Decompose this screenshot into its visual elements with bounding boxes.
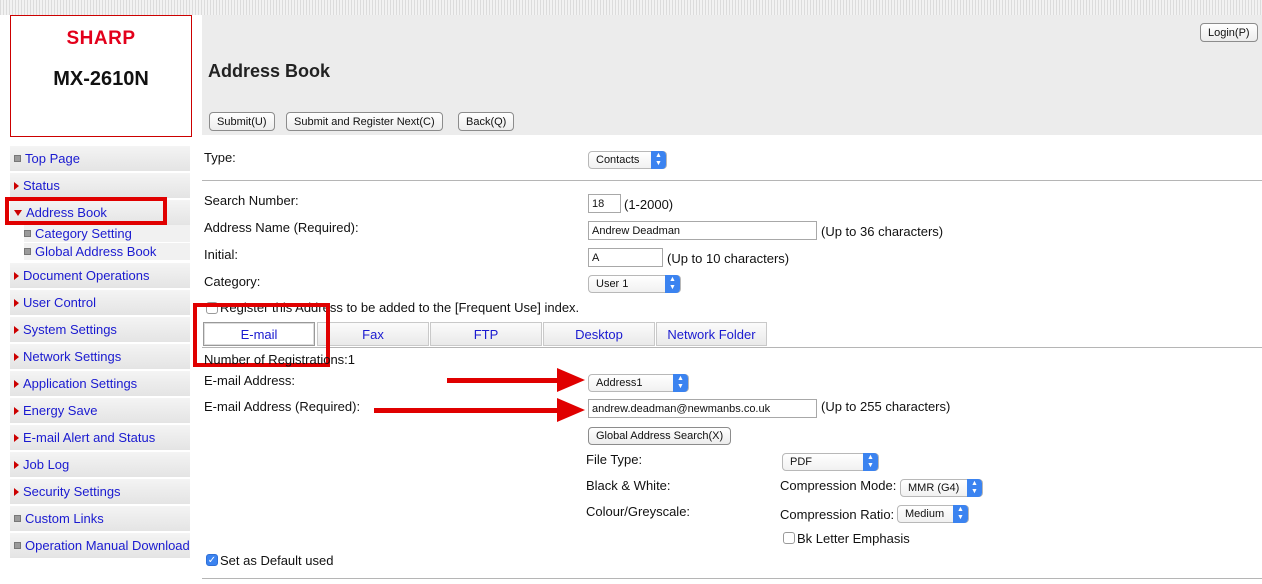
triangle-right-icon xyxy=(14,487,19,496)
sidebar-subitem-category-setting[interactable]: Category Setting xyxy=(24,225,190,243)
triangle-down-icon xyxy=(14,209,22,216)
sidebar-item-application-settings[interactable]: Application Settings xyxy=(10,371,190,397)
sidebar-item-energy-save[interactable]: Energy Save xyxy=(10,398,190,424)
sidebar-item-security-settings[interactable]: Security Settings xyxy=(10,479,190,505)
colour-greyscale-label: Colour/Greyscale: xyxy=(586,504,691,519)
category-select[interactable]: User 1 ▲ ▼ xyxy=(588,275,681,293)
sidebar-subitem-global-address-book[interactable]: Global Address Book xyxy=(24,243,190,261)
triangle-right-icon xyxy=(14,379,19,388)
triangle-right-icon xyxy=(14,181,19,190)
type-select[interactable]: Contacts ▲ ▼ xyxy=(588,151,667,169)
submit-register-next-button[interactable]: Submit and Register Next(C) xyxy=(286,112,443,131)
file-type-label: File Type: xyxy=(586,452,643,467)
registrations-count: Number of Registrations:1 xyxy=(204,352,356,367)
sidebar-item-status[interactable]: Status xyxy=(10,173,190,199)
triangle-right-icon xyxy=(14,352,19,361)
red-arrow-icon xyxy=(557,368,585,392)
bottom-divider xyxy=(202,578,1262,579)
sidebar-item-address-book[interactable]: Address Book xyxy=(10,200,190,226)
back-button[interactable]: Back(Q) xyxy=(458,112,515,131)
submit-button[interactable]: Submit(U) xyxy=(209,112,275,131)
triangle-right-icon xyxy=(14,271,19,280)
email-address-input[interactable]: andrew.deadman@newmanbs.co.uk xyxy=(588,399,817,418)
brand-logo-box: SHARP MX-2610N xyxy=(10,15,192,137)
tab-email[interactable]: E-mail xyxy=(203,322,315,346)
initial-hint: (Up to 10 characters) xyxy=(667,251,790,266)
initial-label: Initial: xyxy=(204,247,238,262)
triangle-right-icon xyxy=(14,406,19,415)
brand-logo: SHARP xyxy=(66,28,136,49)
tabs-divider xyxy=(202,347,1262,348)
tab-ftp[interactable]: FTP xyxy=(430,322,542,346)
black-white-label: Black & White: xyxy=(586,478,671,493)
red-arrow-line xyxy=(447,378,559,383)
email-required-label: E-mail Address (Required): xyxy=(204,399,361,414)
square-bullet-icon xyxy=(14,515,21,522)
search-number-range: (1-2000) xyxy=(624,197,674,212)
address-name-label: Address Name (Required): xyxy=(204,220,359,235)
select-arrows-icon: ▲ ▼ xyxy=(651,151,666,169)
initial-input[interactable]: A xyxy=(588,248,663,267)
compression-ratio-label: Compression Ratio: xyxy=(780,507,895,522)
square-bullet-icon xyxy=(24,248,31,255)
sidebar-item-operation-manual[interactable]: Operation Manual Download xyxy=(10,533,190,559)
type-label: Type: xyxy=(204,150,236,165)
select-arrows-icon: ▲ ▼ xyxy=(953,505,968,523)
address-name-input[interactable]: Andrew Deadman xyxy=(588,221,817,240)
sidebar-item-custom-links[interactable]: Custom Links xyxy=(10,506,190,532)
email-address-hint: (Up to 255 characters) xyxy=(821,399,951,414)
red-arrow-line xyxy=(374,408,559,413)
email-address-label: E-mail Address: xyxy=(204,373,296,388)
sidebar-item-top-page[interactable]: Top Page xyxy=(10,146,190,172)
triangle-right-icon xyxy=(14,298,19,307)
select-arrows-icon: ▲ ▼ xyxy=(967,479,982,497)
login-button[interactable]: Login(P) xyxy=(1200,23,1258,42)
select-arrows-icon: ▲ ▼ xyxy=(673,374,688,392)
square-bullet-icon xyxy=(24,230,31,237)
page-title: Address Book xyxy=(208,61,331,81)
select-arrows-icon: ▲ ▼ xyxy=(665,275,680,293)
red-arrow-icon xyxy=(557,398,585,422)
default-used-checkbox[interactable]: ✓ xyxy=(206,554,218,566)
email-address-select[interactable]: Address1 ▲ ▼ xyxy=(588,374,689,392)
search-number-label: Search Number: xyxy=(204,193,299,208)
category-label: Category: xyxy=(204,274,261,289)
frequent-use-label: Register this Address to be added to the… xyxy=(220,300,580,315)
bk-letter-emphasis-checkbox[interactable] xyxy=(783,532,795,544)
square-bullet-icon xyxy=(14,542,21,549)
sidebar-item-job-log[interactable]: Job Log xyxy=(10,452,190,478)
compression-ratio-select[interactable]: Medium ▲ ▼ xyxy=(897,505,969,523)
search-number-input[interactable]: 18 xyxy=(588,194,621,213)
compression-mode-label: Compression Mode: xyxy=(780,478,897,493)
sidebar-item-document-operations[interactable]: Document Operations xyxy=(10,263,190,289)
triangle-right-icon xyxy=(14,460,19,469)
select-arrows-icon: ▲ ▼ xyxy=(863,453,878,471)
triangle-right-icon xyxy=(14,433,19,442)
triangle-right-icon xyxy=(14,325,19,334)
model-name: MX-2610N xyxy=(53,68,149,90)
sidebar-item-user-control[interactable]: User Control xyxy=(10,290,190,316)
checkmark-icon: ✓ xyxy=(207,555,217,566)
sidebar-item-email-alert[interactable]: E-mail Alert and Status xyxy=(10,425,190,451)
divider xyxy=(202,180,1262,181)
address-name-hint: (Up to 36 characters) xyxy=(821,224,944,239)
tab-network-folder[interactable]: Network Folder xyxy=(656,322,767,346)
frequent-use-checkbox[interactable] xyxy=(206,302,218,314)
square-bullet-icon xyxy=(14,155,21,162)
default-used-label: Set as Default used xyxy=(220,553,334,568)
tab-desktop[interactable]: Desktop xyxy=(543,322,655,346)
compression-mode-select[interactable]: MMR (G4) ▲ ▼ xyxy=(900,479,983,497)
bk-letter-emphasis-label: Bk Letter Emphasis xyxy=(797,531,910,546)
tab-fax[interactable]: Fax xyxy=(317,322,429,346)
sidebar-item-system-settings[interactable]: System Settings xyxy=(10,317,190,343)
top-band xyxy=(0,0,1262,15)
global-address-search-button[interactable]: Global Address Search(X) xyxy=(588,427,732,445)
file-type-select[interactable]: PDF ▲ ▼ xyxy=(782,453,879,471)
sidebar-item-network-settings[interactable]: Network Settings xyxy=(10,344,190,370)
